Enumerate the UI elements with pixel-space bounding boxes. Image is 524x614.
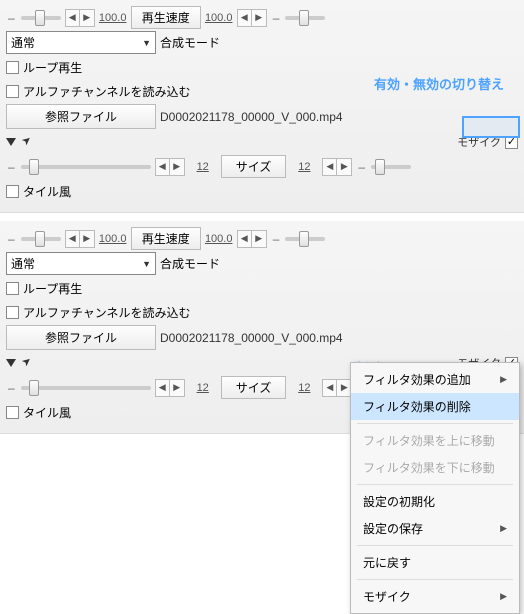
loop-label: ループ再生	[23, 280, 82, 297]
size-val-r[interactable]: 12	[290, 382, 318, 394]
chevron-down-icon: ▼	[142, 38, 151, 48]
size-val-l[interactable]: 12	[189, 161, 217, 173]
size-stepper-l[interactable]: ◀▶	[155, 158, 185, 176]
playback-speed-button[interactable]: 再生速度	[131, 6, 201, 29]
stepper-2[interactable]: ◀▶	[237, 9, 267, 27]
tile-checkbox[interactable]	[6, 185, 19, 198]
slider-2[interactable]	[285, 237, 325, 241]
menu-separator	[357, 484, 513, 485]
dash-icon: –	[6, 232, 17, 246]
context-menu: フィルタ効果の追加 ▶ フィルタ効果の削除 フィルタ効果を上に移動 フィルタ効果…	[350, 362, 520, 614]
cursor-icon	[22, 356, 34, 370]
menu-label: 元に戻す	[363, 554, 411, 571]
size-button[interactable]: サイズ	[221, 155, 287, 178]
menu-undo[interactable]: 元に戻す	[351, 549, 519, 576]
dash-icon: –	[356, 160, 367, 174]
filename-label: D0002021178_00000_V_000.mp4	[160, 110, 343, 124]
size-stepper-r[interactable]: ◀▶	[322, 158, 352, 176]
dash-icon: –	[6, 381, 17, 395]
size-row: – ◀▶ 12 サイズ 12 ◀▶ –	[6, 155, 518, 178]
menu-label: フィルタ効果の追加	[363, 371, 471, 388]
dash-icon: –	[271, 232, 282, 246]
size-stepper-l[interactable]: ◀▶	[155, 379, 185, 397]
size-slider-l[interactable]	[21, 386, 151, 390]
blend-mode-select[interactable]: 通常 ▼	[6, 252, 156, 275]
val-1l[interactable]: 100.0	[99, 12, 127, 24]
menu-separator	[357, 423, 513, 424]
val-2r[interactable]: 100.0	[205, 233, 233, 245]
top-row: – ◀▶ 100.0 再生速度 100.0 ◀▶ –	[6, 227, 518, 250]
dash-icon: –	[6, 11, 17, 25]
alpha-row: アルファチャンネルを読み込む	[6, 301, 518, 323]
menu-delete-filter[interactable]: フィルタ効果の削除	[351, 393, 519, 420]
ref-row: 参照ファイル D0002021178_00000_V_000.mp4	[6, 104, 518, 129]
cursor-icon	[22, 135, 34, 149]
menu-move-down: フィルタ効果を下に移動	[351, 454, 519, 481]
select-value: 通常	[11, 34, 35, 51]
alpha-checkbox[interactable]	[6, 306, 19, 319]
blend-row: 通常 ▼ 合成モード	[6, 31, 518, 54]
blend-mode-select[interactable]: 通常 ▼	[6, 31, 156, 54]
loop-checkbox[interactable]	[6, 282, 19, 295]
val-2l[interactable]: 100.0	[99, 233, 127, 245]
submenu-arrow-icon: ▶	[500, 523, 507, 534]
menu-add-filter[interactable]: フィルタ効果の追加 ▶	[351, 366, 519, 393]
menu-label: 設定の初期化	[363, 493, 435, 510]
menu-save[interactable]: 設定の保存 ▶	[351, 515, 519, 542]
dash-icon: –	[6, 160, 17, 174]
tile-checkbox[interactable]	[6, 406, 19, 419]
top-row: – ◀▶ 100.0 再生速度 100.0 ◀▶ –	[6, 6, 518, 29]
blend-mode-label: 合成モード	[160, 34, 220, 51]
menu-label: 設定の保存	[363, 520, 423, 537]
ref-row: 参照ファイル D0002021178_00000_V_000.mp4	[6, 325, 518, 350]
reference-file-button[interactable]: 参照ファイル	[6, 325, 156, 350]
filter-panel-1: – ◀▶ 100.0 再生速度 100.0 ◀▶ – 通常 ▼ 合成モード ルー…	[0, 0, 524, 213]
loop-label: ループ再生	[23, 59, 82, 76]
collapse-triangle-icon[interactable]	[6, 359, 16, 367]
val-1r[interactable]: 100.0	[205, 12, 233, 24]
menu-reset[interactable]: 設定の初期化	[351, 488, 519, 515]
stepper-1[interactable]: ◀▶	[65, 230, 95, 248]
slider-1[interactable]	[21, 237, 61, 241]
tile-label: タイル風	[23, 404, 71, 421]
size-val-l[interactable]: 12	[189, 382, 217, 394]
collapse-triangle-icon[interactable]	[6, 138, 16, 146]
tile-row: タイル風	[6, 180, 518, 202]
chevron-down-icon: ▼	[142, 259, 151, 269]
stepper-2[interactable]: ◀▶	[237, 230, 267, 248]
submenu-arrow-icon: ▶	[500, 591, 507, 602]
menu-label: モザイク	[363, 588, 411, 605]
filename-label: D0002021178_00000_V_000.mp4	[160, 331, 343, 345]
slider-2[interactable]	[285, 16, 325, 20]
alpha-label: アルファチャンネルを読み込む	[23, 83, 191, 100]
size-stepper-r[interactable]: ◀▶	[322, 379, 352, 397]
size-slider-r[interactable]	[371, 165, 411, 169]
blend-mode-label: 合成モード	[160, 255, 220, 272]
tile-label: タイル風	[23, 183, 71, 200]
loop-checkbox[interactable]	[6, 61, 19, 74]
reference-file-button[interactable]: 参照ファイル	[6, 104, 156, 129]
menu-mosaic[interactable]: モザイク ▶	[351, 583, 519, 610]
stepper-1[interactable]: ◀▶	[65, 9, 95, 27]
size-slider-l[interactable]	[21, 165, 151, 169]
annotation-enable-toggle: 有効・無効の切り替え	[374, 74, 504, 93]
size-button[interactable]: サイズ	[221, 376, 287, 399]
select-value: 通常	[11, 255, 35, 272]
slider-1[interactable]	[21, 16, 61, 20]
playback-speed-button[interactable]: 再生速度	[131, 227, 201, 250]
menu-label: フィルタ効果を上に移動	[363, 432, 495, 449]
dash-icon: –	[271, 11, 282, 25]
alpha-checkbox[interactable]	[6, 85, 19, 98]
submenu-arrow-icon: ▶	[500, 374, 507, 385]
menu-label: フィルタ効果の削除	[363, 398, 471, 415]
annotation-box-checkbox	[462, 116, 520, 138]
menu-move-up: フィルタ効果を上に移動	[351, 427, 519, 454]
loop-row: ループ再生	[6, 277, 518, 299]
blend-row: 通常 ▼ 合成モード	[6, 252, 518, 275]
menu-label: フィルタ効果を下に移動	[363, 459, 495, 476]
alpha-label: アルファチャンネルを読み込む	[23, 304, 191, 321]
menu-separator	[357, 545, 513, 546]
mosaic-header: モザイク	[6, 131, 518, 153]
size-val-r[interactable]: 12	[290, 161, 318, 173]
